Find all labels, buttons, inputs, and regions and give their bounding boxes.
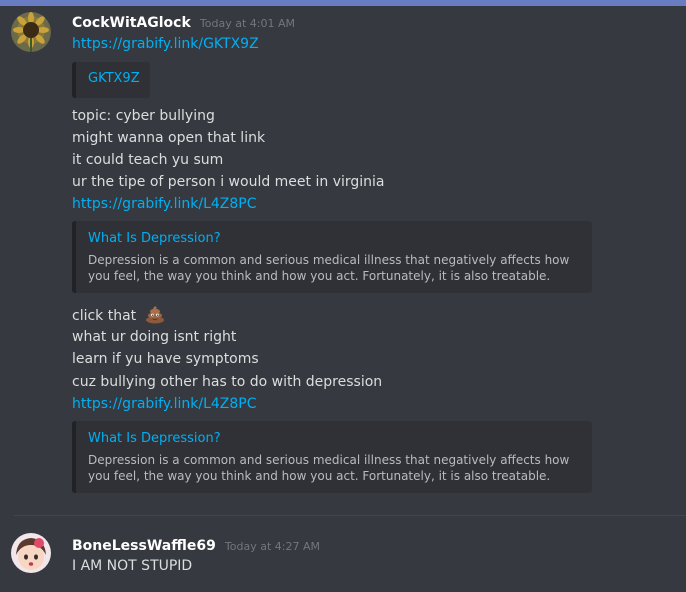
message-line: cuz bullying other has to do with depres… (72, 374, 383, 390)
message-line: https://grabify.link/L4Z8PC (72, 195, 257, 213)
message-line: what ur doing isnt right (72, 329, 237, 345)
message-line: https://grabify.link/L4Z8PC (72, 395, 257, 413)
username[interactable]: CockWitAGlock (72, 15, 191, 31)
embed-title[interactable]: What Is Depression? (88, 231, 221, 246)
link-embed: GKTX9Z (72, 62, 150, 98)
message-line: click that (72, 304, 165, 329)
message-line: topic: cyber bullying (72, 108, 215, 124)
sunflower-avatar-icon[interactable] (11, 12, 51, 52)
message-line: learn if yu have symptoms (72, 351, 259, 367)
message-line: ur the tipe of person i would meet in vi… (72, 174, 385, 190)
message-line: might wanna open that link (72, 130, 266, 146)
message-text: click that (72, 308, 137, 324)
embed-description: Depression is a common and serious medic… (88, 253, 570, 283)
link-embed: What Is Depression? Depression is a comm… (72, 221, 592, 293)
message-header: BoneLessWaffle69 Today at 4:27 AM (72, 535, 320, 554)
timestamp: Today at 4:27 AM (224, 540, 320, 553)
username[interactable]: BoneLessWaffle69 (72, 538, 216, 554)
message-line: I AM NOT STUPID (72, 558, 193, 574)
embed-title[interactable]: What Is Depression? (88, 431, 221, 446)
message-line: https://grabify.link/GKTX9Z (72, 35, 259, 53)
anime-avatar-icon[interactable] (11, 533, 51, 573)
poop-emoji-icon (145, 304, 165, 329)
link-embed: What Is Depression? Depression is a comm… (72, 421, 592, 493)
timestamp: Today at 4:01 AM (199, 17, 295, 30)
message-link[interactable]: https://grabify.link/L4Z8PC (72, 396, 257, 412)
message-line: it could teach yu sum (72, 152, 224, 168)
chat-view: CockWitAGlock Today at 4:01 AM https://g… (0, 0, 686, 592)
message-divider (14, 515, 686, 516)
message-link[interactable]: https://grabify.link/GKTX9Z (72, 36, 259, 52)
message-header: CockWitAGlock Today at 4:01 AM (72, 12, 295, 31)
embed-description: Depression is a common and serious medic… (88, 453, 570, 483)
new-messages-bar (0, 0, 686, 6)
embed-title[interactable]: GKTX9Z (88, 71, 140, 86)
message-link[interactable]: https://grabify.link/L4Z8PC (72, 196, 257, 212)
